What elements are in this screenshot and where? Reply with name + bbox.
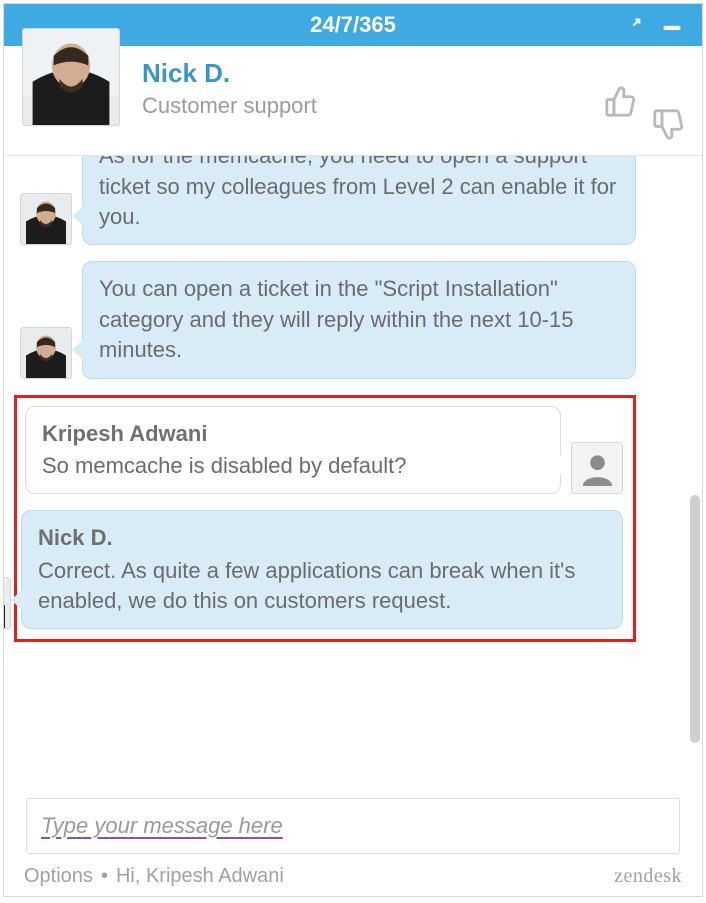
scrollbar-thumb[interactable] bbox=[690, 495, 700, 743]
message-author: Kripesh Adwani bbox=[42, 419, 544, 449]
separator-dot: • bbox=[101, 865, 108, 888]
agent-avatar-small bbox=[20, 193, 72, 245]
message-bubble: cPanel > Cachewall (that's now the tool … bbox=[82, 156, 636, 245]
message-bubble: Nick D. Correct. As quite a few applicat… bbox=[21, 510, 623, 629]
footer-greeting: Hi, Kripesh Adwani bbox=[116, 865, 284, 888]
message-author: Nick D. bbox=[38, 523, 606, 553]
message-input[interactable]: Type your message here bbox=[26, 798, 680, 854]
agent-info: Nick D. Customer support bbox=[142, 56, 317, 119]
message-bubble: Kripesh Adwani So memcache is disabled b… bbox=[25, 406, 561, 495]
user-avatar bbox=[571, 442, 623, 494]
popout-icon[interactable] bbox=[626, 17, 642, 33]
agent-header: Nick D. Customer support bbox=[4, 46, 702, 156]
message-text: cPanel > Cachewall (that's now the tool … bbox=[99, 156, 616, 229]
agent-avatar-small bbox=[4, 577, 11, 629]
agent-avatar bbox=[22, 28, 120, 126]
highlight-annotation: Kripesh Adwani So memcache is disabled b… bbox=[14, 395, 636, 643]
title-bar-text: 24/7/365 bbox=[310, 12, 396, 38]
minimize-icon[interactable] bbox=[662, 17, 682, 33]
message-row: Nick D. Correct. As quite a few applicat… bbox=[25, 510, 625, 629]
message-row: You can open a ticket in the "Script Ins… bbox=[20, 261, 692, 378]
scrollbar[interactable] bbox=[690, 154, 700, 774]
message-text: So memcache is disabled by default? bbox=[42, 453, 406, 478]
agent-name: Nick D. bbox=[142, 58, 317, 89]
message-text: You can open a ticket in the "Script Ins… bbox=[99, 276, 573, 362]
options-link[interactable]: Options bbox=[24, 865, 93, 888]
rating-buttons bbox=[604, 84, 686, 123]
message-row: Kripesh Adwani So memcache is disabled b… bbox=[25, 406, 625, 495]
message-text: Correct. As quite a few applications can… bbox=[38, 558, 575, 613]
compose-area: Type your message here bbox=[4, 792, 702, 856]
thumbs-up-icon[interactable] bbox=[604, 84, 638, 123]
brand-label: zendesk bbox=[614, 865, 682, 888]
chat-window: 24/7/365 Nick D. Cu bbox=[3, 3, 703, 897]
message-bubble: You can open a ticket in the "Script Ins… bbox=[82, 261, 636, 378]
thumbs-down-icon[interactable] bbox=[652, 84, 686, 123]
agent-role: Customer support bbox=[142, 93, 317, 119]
message-row: cPanel > Cachewall (that's now the tool … bbox=[20, 156, 692, 245]
chat-body[interactable]: cPanel > Cachewall (that's now the tool … bbox=[4, 156, 702, 792]
agent-avatar-small bbox=[20, 327, 72, 379]
window-controls bbox=[626, 17, 682, 33]
input-placeholder: Type your message here bbox=[41, 813, 283, 838]
footer: Options • Hi, Kripesh Adwani zendesk bbox=[4, 856, 702, 896]
